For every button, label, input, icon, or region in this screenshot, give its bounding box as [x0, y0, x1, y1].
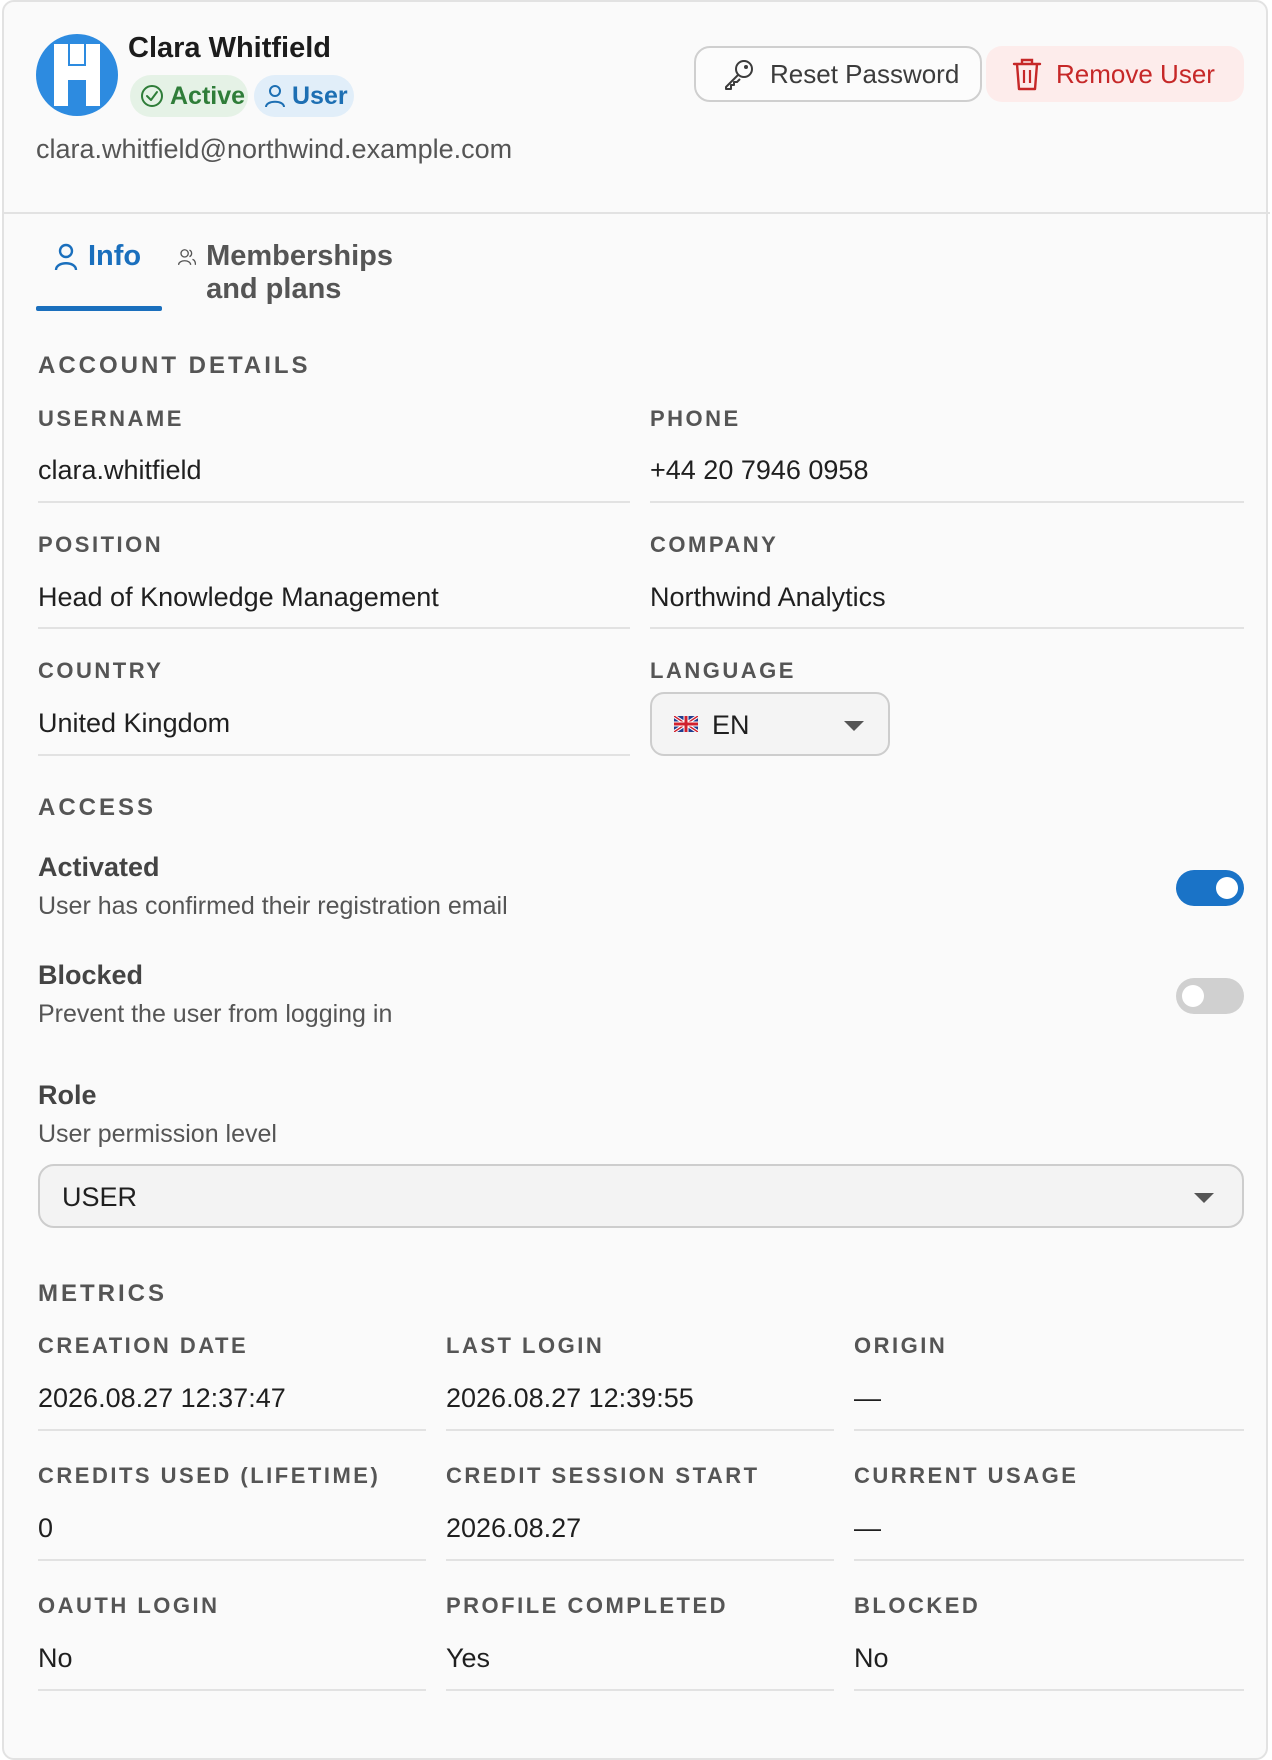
divider — [38, 1429, 426, 1431]
credit-session-label: CREDIT SESSION START — [446, 1463, 760, 1488]
active-tab-indicator — [36, 306, 162, 311]
activated-description: User has confirmed their registration em… — [38, 892, 508, 920]
origin-label: ORIGIN — [854, 1333, 948, 1358]
trash-icon — [1012, 58, 1042, 91]
chevron-down-icon — [1194, 1193, 1214, 1203]
position-label: POSITION — [38, 532, 164, 557]
country-label: COUNTRY — [38, 658, 164, 683]
language-select[interactable]: EN — [650, 692, 890, 756]
blocked-description: Prevent the user from logging in — [38, 1000, 393, 1028]
profile-completed-label: PROFILE COMPLETED — [446, 1593, 729, 1618]
divider — [38, 754, 630, 756]
profile-completed-value: Yes — [446, 1643, 491, 1673]
divider — [446, 1429, 834, 1431]
toggle-knob — [1216, 877, 1238, 899]
last-login-value: 2026.08.27 12:39:55 — [446, 1383, 694, 1413]
origin-value: — — [854, 1383, 881, 1413]
language-value: EN — [712, 710, 750, 740]
metrics-heading: METRICS — [38, 1280, 167, 1307]
language-label: LANGUAGE — [650, 658, 796, 683]
tab-memberships-label: Memberships and plans — [206, 240, 394, 305]
user-header: Clara Whitfield Active User clara.whitfi… — [4, 2, 1270, 214]
role-description: User permission level — [38, 1120, 277, 1148]
company-value: Northwind Analytics — [650, 582, 886, 612]
tab-info-label: Info — [88, 240, 142, 272]
user-detail-panel: Clara Whitfield Active User clara.whitfi… — [2, 0, 1270, 1760]
chevron-down-icon — [844, 721, 864, 731]
blocked-toggle[interactable] — [1176, 978, 1244, 1014]
current-usage-value: — — [854, 1513, 881, 1543]
credits-used-value: 0 — [38, 1513, 54, 1543]
credit-session-value: 2026.08.27 — [446, 1513, 582, 1543]
activated-title: Activated — [38, 852, 160, 882]
oauth-login-value: No — [38, 1643, 73, 1673]
divider — [38, 1689, 426, 1691]
username-value: clara.whitfield — [38, 455, 202, 485]
blocked-metric-label: BLOCKED — [854, 1593, 981, 1618]
role-value: USER — [62, 1182, 138, 1212]
country-value: United Kingdom — [38, 708, 231, 738]
divider — [854, 1689, 1244, 1691]
credits-used-label: CREDITS USED (LIFETIME) — [38, 1463, 381, 1488]
check-circle-icon — [141, 85, 163, 107]
status-badge-label: Active — [170, 81, 246, 110]
account-details-heading: ACCOUNT DETAILS — [38, 352, 311, 379]
phone-value: +44 20 7946 0958 — [650, 455, 869, 485]
username-label: USERNAME — [38, 406, 184, 431]
reset-password-button[interactable]: Reset Password — [694, 46, 982, 102]
phone-label: PHONE — [650, 406, 741, 431]
user-icon — [54, 243, 78, 271]
user-name: Clara Whitfield — [128, 32, 332, 64]
role-select[interactable]: USER — [38, 1164, 1244, 1228]
remove-user-button[interactable]: Remove User — [986, 46, 1244, 102]
toggle-knob — [1182, 985, 1204, 1007]
users-icon — [178, 249, 197, 265]
remove-user-label: Remove User — [1056, 58, 1215, 89]
user-icon — [265, 85, 285, 108]
role-badge-label: User — [292, 81, 348, 110]
divider — [38, 1559, 426, 1561]
divider — [854, 1559, 1244, 1561]
oauth-login-label: OAUTH LOGIN — [38, 1593, 220, 1618]
last-login-label: LAST LOGIN — [446, 1333, 605, 1358]
reset-password-label: Reset Password — [770, 58, 960, 89]
uk-flag-icon — [674, 716, 698, 732]
divider — [38, 627, 630, 629]
divider — [650, 501, 1244, 503]
creation-date-label: CREATION DATE — [38, 1333, 249, 1358]
divider — [446, 1689, 834, 1691]
access-heading: ACCESS — [38, 794, 157, 821]
divider — [854, 1429, 1244, 1431]
blocked-metric-value: No — [854, 1643, 889, 1673]
creation-date-value: 2026.08.27 12:37:47 — [38, 1383, 286, 1413]
tab-info[interactable]: Info — [54, 240, 141, 310]
role-title: Role — [38, 1080, 97, 1110]
divider — [650, 627, 1244, 629]
status-badge: Active — [130, 75, 248, 117]
role-badge: User — [254, 75, 354, 117]
divider — [446, 1559, 834, 1561]
company-label: COMPANY — [650, 532, 779, 557]
tab-memberships-and-plans[interactable]: Memberships and plans — [178, 240, 405, 310]
divider — [38, 501, 630, 503]
avatar — [36, 34, 118, 116]
blocked-title: Blocked — [38, 960, 144, 990]
activated-toggle[interactable] — [1176, 870, 1244, 906]
current-usage-label: CURRENT USAGE — [854, 1463, 1079, 1488]
user-email: clara.whitfield@northwind.example.com — [36, 134, 513, 164]
key-icon — [725, 60, 753, 90]
position-value: Head of Knowledge Management — [38, 582, 439, 612]
